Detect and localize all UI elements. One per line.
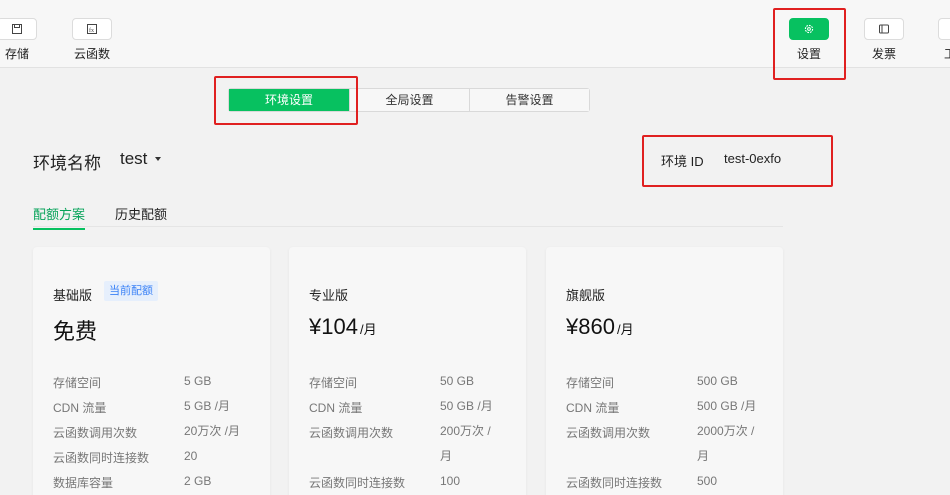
spec-value: 50 GB /月	[440, 399, 493, 413]
spec-value: 500 GB	[697, 374, 738, 388]
spec-label: CDN 流量	[566, 401, 620, 415]
env-select-value: test	[120, 149, 148, 168]
spec-label: 云函数调用次数	[309, 426, 394, 440]
plan-name: 基础版	[53, 288, 93, 303]
function-icon: fx	[72, 18, 112, 40]
invoice-button[interactable]: 发票	[854, 18, 914, 62]
env-name-label: 环境名称	[33, 154, 101, 173]
spec-label: 云函数调用次数	[566, 426, 651, 440]
spec-value: 100	[440, 474, 461, 488]
spec-label: 云函数同时连接数	[566, 476, 663, 490]
spec-label: 存储空间	[309, 376, 358, 390]
highlight-settings	[773, 8, 846, 80]
spec-value: 200万次 /月	[440, 424, 491, 463]
cloud-function-button[interactable]: fx 云函数	[62, 18, 122, 62]
tool-icon	[938, 18, 950, 40]
spec-value: 500	[697, 474, 718, 488]
spec-label: CDN 流量	[309, 401, 363, 415]
spec-label: 存储空间	[53, 376, 102, 390]
current-plan-badge: 当前配额	[104, 281, 158, 301]
plan-card-pro[interactable]: 专业版 ¥104/月 存储空间 50 GB CDN 流量 50 GB /月 云函…	[289, 247, 526, 495]
spec-value: 5 GB /月	[184, 399, 231, 413]
plan-name: 旗舰版	[566, 288, 606, 303]
spec-value: 5 GB	[184, 374, 212, 388]
tab-quota-history[interactable]: 历史配额	[115, 204, 167, 228]
env-select[interactable]: test	[120, 149, 162, 169]
quota-subtabs: 配额方案 历史配额	[33, 204, 783, 230]
spec-value: 2000万次 /月	[697, 424, 755, 463]
spec-label: 数据库容量	[53, 476, 114, 490]
highlight-env-id	[642, 135, 833, 187]
tab-alert-settings[interactable]: 告警设置	[469, 89, 589, 111]
spec-label: 存储空间	[566, 376, 615, 390]
save-icon	[0, 18, 37, 40]
spec-value: 20	[184, 449, 198, 463]
tools-button[interactable]: 工	[920, 18, 950, 62]
invoice-label: 发票	[871, 47, 896, 61]
storage-button[interactable]: 存储	[0, 18, 47, 62]
spec-label: 云函数调用次数	[53, 426, 138, 440]
tools-label: 工	[920, 45, 950, 62]
spec-label: 云函数同时连接数	[53, 451, 150, 465]
plan-card-flagship[interactable]: 旗舰版 ¥860/月 存储空间 500 GB CDN 流量 500 GB /月 …	[546, 247, 783, 495]
spec-label: CDN 流量	[53, 401, 107, 415]
plan-price: ¥860/月	[566, 314, 634, 339]
cloud-function-label: 云函数	[73, 47, 110, 61]
plan-price: ¥104/月	[309, 314, 377, 339]
spec-label: 云函数同时连接数	[309, 476, 406, 490]
tab-quota-plans[interactable]: 配额方案	[33, 204, 86, 230]
spec-value: 2 GB	[184, 474, 212, 488]
highlight-env-tab	[214, 76, 358, 125]
spec-value: 50 GB	[440, 374, 475, 388]
svg-text:fx: fx	[89, 27, 94, 34]
plan-name: 专业版	[309, 288, 349, 303]
spec-value: 20万次 /月	[184, 424, 241, 438]
plan-card-basic[interactable]: 基础版 当前配额 免费 存储空间 5 GB CDN 流量 5 GB /月 云函数…	[33, 247, 270, 495]
spec-value: 500 GB /月	[697, 399, 757, 413]
plan-price: 免费	[53, 319, 98, 344]
caret-down-icon	[155, 157, 162, 161]
invoice-icon	[864, 18, 904, 40]
storage-label: 存储	[4, 47, 29, 61]
tab-global-settings[interactable]: 全局设置	[349, 89, 469, 111]
